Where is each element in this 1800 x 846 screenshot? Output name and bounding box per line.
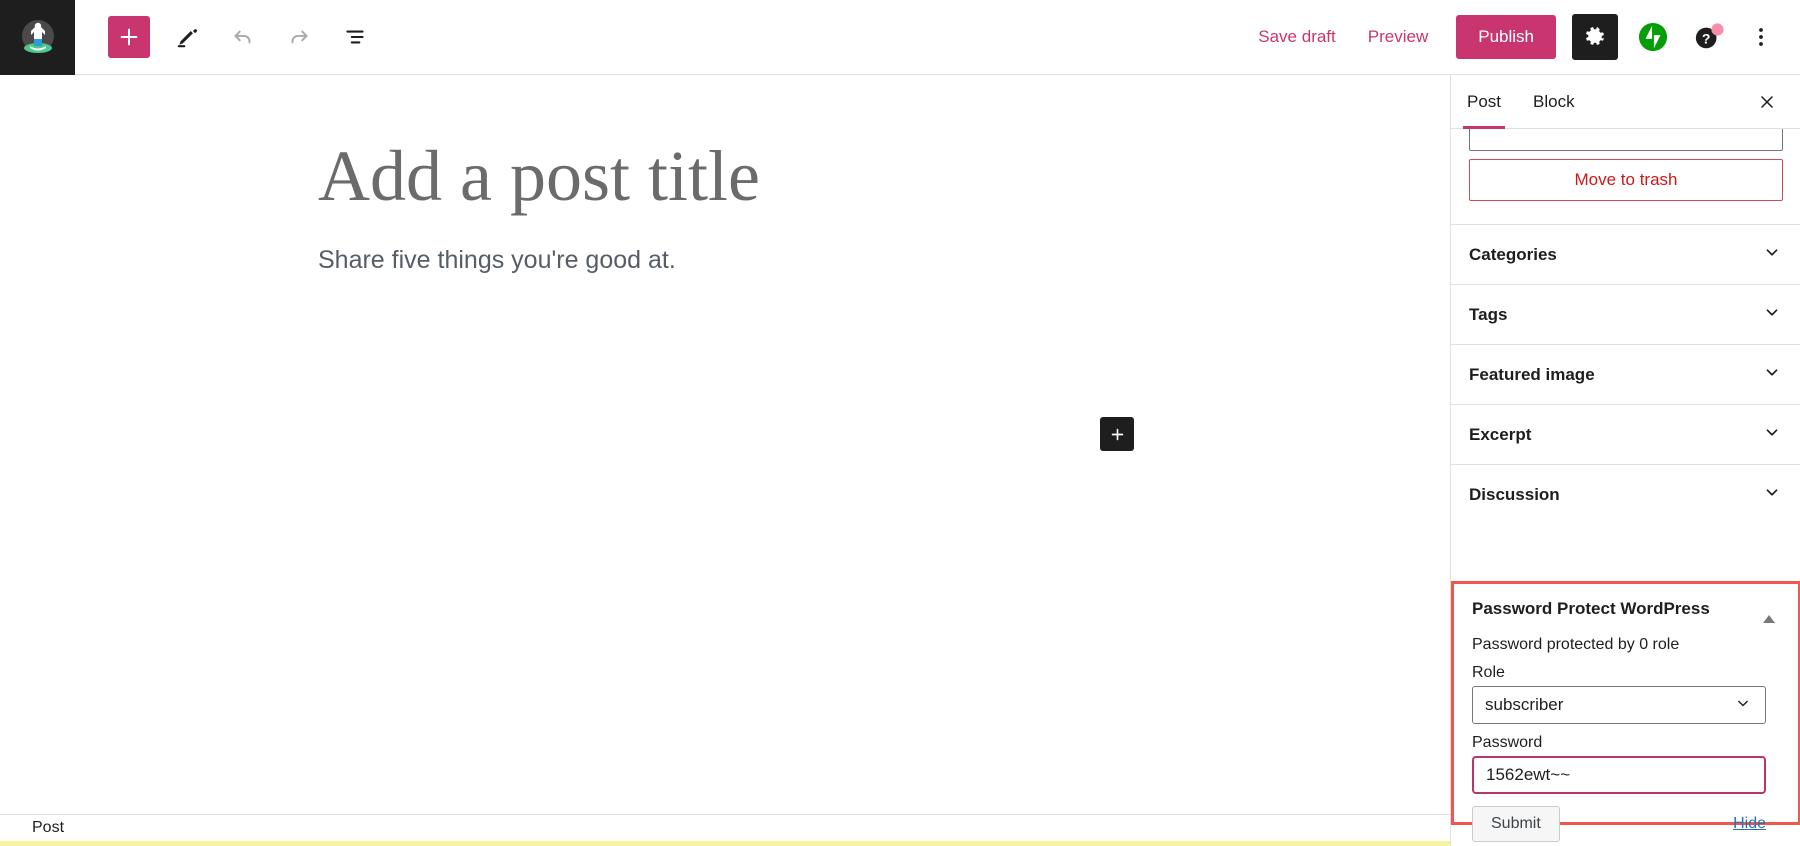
role-select[interactable]: subscriber	[1472, 686, 1766, 724]
sidebar-item-categories[interactable]: Categories	[1451, 224, 1800, 284]
save-draft-button[interactable]: Save draft	[1242, 17, 1352, 57]
submit-button[interactable]: Submit	[1472, 806, 1560, 842]
preview-button[interactable]: Preview	[1352, 17, 1444, 57]
chevron-up-icon[interactable]	[1758, 610, 1780, 628]
password-label: Password	[1472, 734, 1543, 751]
redo-button[interactable]	[280, 18, 318, 56]
settings-button[interactable]	[1572, 14, 1618, 60]
password-protect-status: Password protected by 0 role	[1472, 636, 1680, 653]
undo-arrow-icon	[234, 30, 251, 44]
scrolled-off-input[interactable]	[1469, 129, 1783, 151]
yoga-meditation-logo-icon	[21, 20, 54, 53]
redo-arrow-icon	[291, 30, 308, 44]
sidebar-tab-bar: Post Block	[1451, 75, 1800, 129]
tab-post[interactable]: Post	[1451, 75, 1517, 129]
close-sidebar-button[interactable]	[1752, 87, 1782, 117]
ellipsis-vertical-icon	[1759, 28, 1763, 46]
undo-button[interactable]	[224, 18, 262, 56]
plus-icon	[120, 28, 138, 46]
top-bar-actions: Save draft Preview Publish ?	[1242, 14, 1800, 60]
sidebar-item-tags[interactable]: Tags	[1451, 284, 1800, 344]
sidebar-scroll-area[interactable]: Move to trash Categories Tags Featured i…	[1451, 129, 1800, 846]
close-icon	[1761, 95, 1773, 108]
edit-tool-button[interactable]	[168, 18, 206, 56]
jetpack-button[interactable]	[1632, 16, 1674, 58]
add-block-button[interactable]	[108, 16, 150, 58]
editor-breadcrumb-bar: Post	[0, 814, 1450, 841]
accordion-label: Excerpt	[1469, 424, 1532, 444]
chevron-down-icon	[1761, 301, 1783, 328]
inline-block-inserter-button[interactable]	[1100, 417, 1134, 451]
password-input[interactable]: 1562ewt~~	[1472, 756, 1766, 794]
list-view-button[interactable]	[336, 18, 374, 56]
bottom-highlight-strip	[0, 841, 1450, 846]
move-to-trash-button[interactable]: Move to trash	[1469, 159, 1783, 201]
pencil-icon	[177, 29, 197, 48]
sidebar-accordion-list: Categories Tags Featured image Excerpt D…	[1451, 224, 1800, 524]
accordion-label: Featured image	[1469, 364, 1595, 384]
hide-link[interactable]: Hide	[1733, 815, 1766, 833]
accordion-label: Tags	[1469, 304, 1508, 324]
tab-block[interactable]: Block	[1517, 75, 1591, 129]
password-protect-header[interactable]: Password Protect WordPress	[1472, 598, 1780, 628]
sidebar-item-featured-image[interactable]: Featured image	[1451, 344, 1800, 404]
post-title-input[interactable]: Add a post title	[318, 135, 1218, 218]
role-label: Role	[1472, 664, 1505, 681]
password-protect-title: Password Protect WordPress	[1472, 599, 1710, 618]
chevron-down-icon	[1761, 481, 1783, 508]
chevron-down-icon	[1761, 361, 1783, 388]
chevron-down-icon	[1761, 421, 1783, 448]
list-view-icon	[346, 30, 364, 44]
sidebar-item-discussion[interactable]: Discussion	[1451, 464, 1800, 524]
password-protect-panel: Password Protect WordPress Password prot…	[1451, 581, 1800, 842]
editor-top-bar: Save draft Preview Publish ?	[0, 0, 1800, 75]
gear-icon	[1586, 27, 1604, 45]
post-paragraph-block[interactable]: Share five things you're good at.	[318, 240, 1218, 280]
editor-canvas: Add a post title Share five things you'r…	[0, 75, 1450, 814]
help-button[interactable]: ?	[1688, 16, 1730, 58]
wordpress-block-editor: Save draft Preview Publish ? Add a post …	[0, 0, 1800, 846]
publish-button[interactable]: Publish	[1456, 15, 1556, 59]
svg-text:?: ?	[1702, 31, 1711, 47]
password-protect-actions: Submit Hide	[1472, 806, 1766, 842]
breadcrumb-post[interactable]: Post	[32, 819, 64, 837]
chevron-down-icon	[1733, 693, 1753, 718]
plus-icon	[1111, 428, 1123, 440]
more-options-button[interactable]	[1740, 15, 1782, 59]
jetpack-icon	[1638, 22, 1668, 52]
role-select-value: subscriber	[1485, 695, 1564, 714]
chevron-down-icon	[1761, 241, 1783, 268]
accordion-label: Discussion	[1469, 484, 1560, 504]
site-logo-button[interactable]	[0, 0, 75, 75]
settings-sidebar: Post Block Move to trash Categories Tags…	[1450, 75, 1800, 846]
help-question-icon: ?	[1695, 23, 1724, 49]
accordion-label: Categories	[1469, 244, 1557, 264]
sidebar-item-excerpt[interactable]: Excerpt	[1451, 404, 1800, 464]
editor-tools-group	[108, 16, 374, 58]
